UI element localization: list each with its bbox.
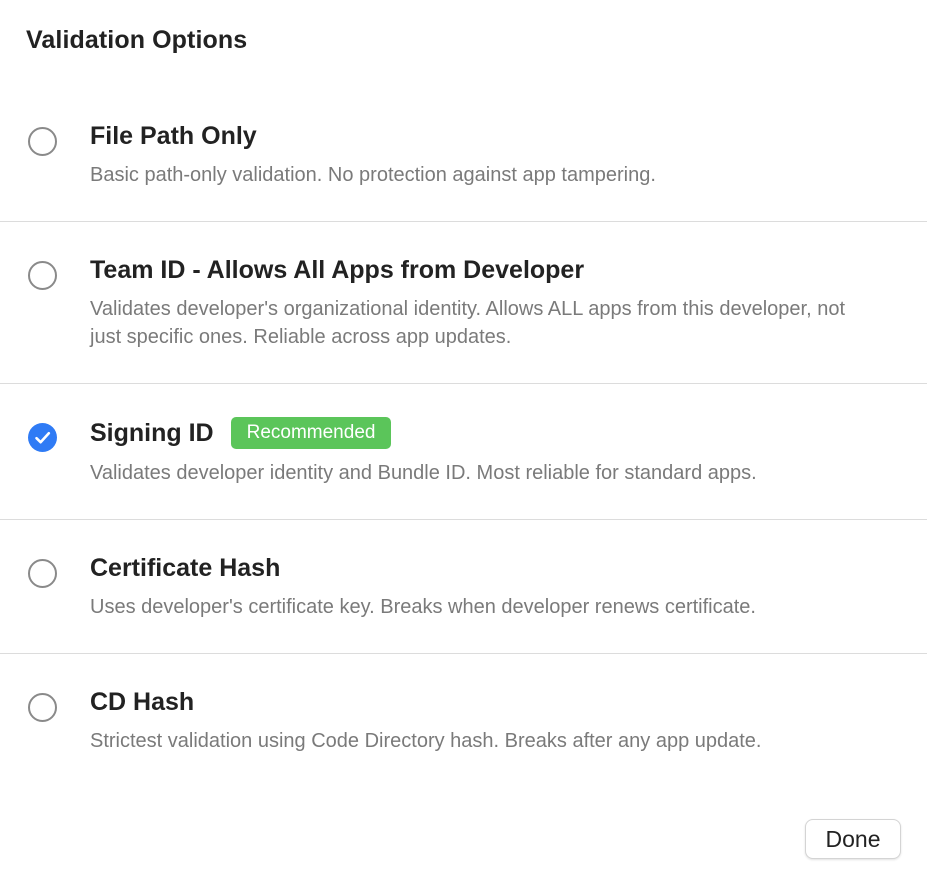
radio-team-id[interactable] (28, 261, 57, 290)
done-button[interactable]: Done (805, 819, 901, 859)
option-description: Validates developer identity and Bundle … (90, 462, 757, 484)
option-label: File Path Only (90, 122, 257, 150)
option-label: Certificate Hash (90, 554, 281, 582)
recommended-badge: Recommended (230, 417, 392, 449)
option-signing-id[interactable]: Signing ID Recommended Validates develop… (0, 414, 927, 520)
option-description: Strictest validation using Code Director… (90, 730, 762, 752)
option-description: Validates developer's organizational ide… (90, 298, 846, 348)
option-label: Team ID - Allows All Apps from Developer (90, 256, 585, 284)
divider (0, 653, 927, 654)
divider (0, 221, 927, 222)
validation-options-dialog: Validation Options File Path Only Basic … (0, 0, 927, 875)
option-description: Basic path-only validation. No protectio… (90, 164, 656, 186)
radio-cd-hash[interactable] (28, 693, 57, 722)
option-cd-hash[interactable]: CD Hash Strictest validation using Code … (0, 684, 927, 774)
option-file-path-only[interactable]: File Path Only Basic path-only validatio… (0, 118, 927, 222)
radio-certificate-hash[interactable] (28, 559, 57, 588)
divider (0, 383, 927, 384)
checkmark-icon (35, 431, 51, 444)
option-certificate-hash[interactable]: Certificate Hash Uses developer's certif… (0, 550, 927, 654)
radio-file-path-only[interactable] (28, 127, 57, 156)
option-label: Signing ID (90, 418, 214, 447)
divider (0, 519, 927, 520)
radio-signing-id[interactable] (28, 423, 57, 452)
option-team-id[interactable]: Team ID - Allows All Apps from Developer… (0, 252, 927, 384)
option-description: Uses developer's certificate key. Breaks… (90, 596, 756, 618)
option-label: CD Hash (90, 688, 195, 716)
dialog-title: Validation Options (26, 26, 248, 54)
